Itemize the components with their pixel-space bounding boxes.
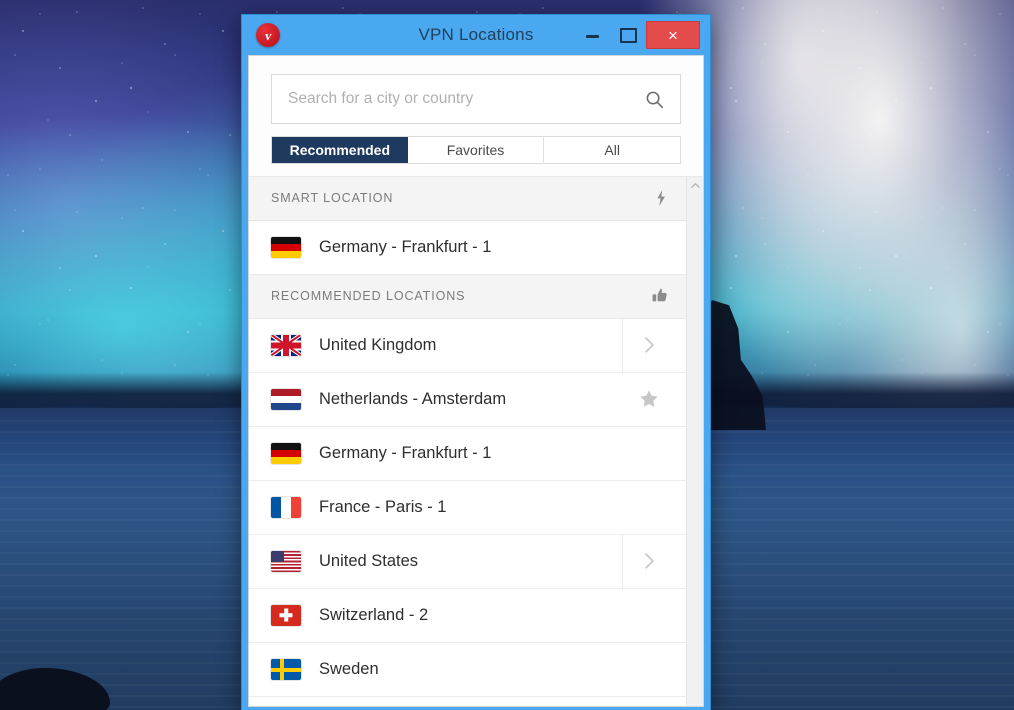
locations-list: SMART LOCATION Germany - Frankfurt - 1 R… (249, 176, 686, 706)
flag-germany-icon (271, 442, 301, 464)
section-title: SMART LOCATION (271, 191, 394, 206)
location-label: Netherlands - Amsterdam (319, 389, 507, 408)
row-trailing (622, 481, 676, 534)
list-item[interactable]: United Kingdom (249, 318, 686, 373)
locations-list-region: SMART LOCATION Germany - Frankfurt - 1 R… (249, 175, 703, 706)
search-input[interactable] (288, 90, 645, 108)
location-label: Sweden (319, 659, 379, 678)
row-trailing (622, 697, 676, 706)
close-button[interactable]: × (646, 21, 700, 49)
list-item[interactable]: Italy - Milan (249, 696, 686, 706)
vpn-locations-window: v VPN Locations × Search for a city or c… (241, 14, 711, 710)
list-item[interactable]: Sweden (249, 642, 686, 697)
location-label: Germany - Frankfurt - 1 (319, 443, 492, 462)
section-header-recommended-locations: RECOMMENDED LOCATIONS (249, 274, 686, 319)
flag-netherlands-icon (271, 388, 301, 410)
flag-united-states-icon (271, 550, 301, 572)
section-header-smart-location: SMART LOCATION (249, 176, 686, 221)
tab-favorites[interactable]: Favorites (407, 137, 545, 163)
location-label: United Kingdom (319, 335, 437, 354)
list-scrollbar[interactable] (686, 176, 703, 706)
scroll-up-icon[interactable] (687, 177, 703, 194)
thumbs-up-icon (652, 288, 668, 304)
desktop-wallpaper: v VPN Locations × Search for a city or c… (0, 0, 1014, 710)
search-icon[interactable] (645, 90, 664, 109)
tab-all[interactable]: All (544, 137, 681, 163)
flag-united-kingdom-icon (271, 334, 301, 356)
row-trailing (622, 589, 676, 642)
list-item[interactable]: Switzerland - 2 (249, 588, 686, 643)
list-item[interactable]: United States (249, 534, 686, 589)
location-label: Switzerland - 2 (319, 605, 429, 624)
favorite-star-icon[interactable] (622, 373, 676, 426)
list-item[interactable]: Netherlands - Amsterdam (249, 372, 686, 427)
location-label: France - Paris - 1 (319, 497, 447, 516)
app-logo-glyph: v (263, 27, 273, 43)
location-label: Germany - Frankfurt - 1 (319, 237, 492, 256)
flag-france-icon (271, 496, 301, 518)
flag-switzerland-icon (271, 604, 301, 626)
search-section (249, 56, 703, 134)
list-item[interactable]: Germany - Frankfurt - 1 (249, 220, 686, 275)
window-content: Recommended Favorites All SMART LOCATION (248, 55, 704, 707)
filter-tabs: Recommended Favorites All (271, 136, 681, 164)
chevron-right-icon[interactable] (622, 318, 676, 372)
flag-sweden-icon (271, 658, 301, 680)
section-title: RECOMMENDED LOCATIONS (271, 289, 466, 304)
maximize-button[interactable] (610, 15, 646, 55)
tab-recommended[interactable]: Recommended (272, 137, 408, 163)
chevron-right-icon[interactable] (622, 534, 676, 588)
row-trailing (622, 427, 676, 480)
window-controls: × (574, 15, 704, 55)
list-item[interactable]: France - Paris - 1 (249, 480, 686, 535)
lightning-bolt-icon (654, 190, 668, 207)
search-box[interactable] (271, 74, 681, 124)
row-trailing (622, 643, 676, 696)
list-item[interactable]: Germany - Frankfurt - 1 (249, 426, 686, 481)
window-titlebar[interactable]: v VPN Locations × (248, 15, 704, 55)
minimize-button[interactable] (574, 15, 610, 55)
row-trailing (622, 221, 676, 274)
app-logo-icon: v (256, 23, 280, 47)
location-label: United States (319, 551, 419, 570)
flag-germany-icon (271, 236, 301, 258)
